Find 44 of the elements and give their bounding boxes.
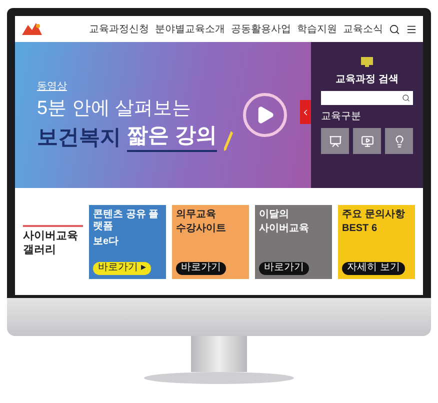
search-icon (402, 94, 410, 102)
nav-link[interactable]: 공동활용사업 (231, 22, 291, 36)
card-title: 의무교육 (176, 208, 217, 221)
card-subtitle: 사이버교육 (259, 223, 310, 236)
card-subtitle: 수강사이트 (176, 223, 227, 236)
card-button[interactable]: 자세히 보기 (342, 262, 405, 274)
gallery-title: 사이버교육 갤러리 (23, 225, 83, 258)
category-tile[interactable] (321, 128, 349, 154)
section-label: 교육구분 (321, 110, 361, 124)
video-monitor-icon (360, 134, 374, 148)
card-title: 이달의 (259, 208, 290, 221)
search-icon[interactable] (389, 24, 400, 34)
category-tile[interactable] (385, 128, 413, 154)
card-button[interactable]: 바로가기 (176, 262, 226, 274)
nav-link[interactable]: 학습지원 (297, 22, 337, 36)
panel-title: 교육과정 검색 (336, 73, 398, 87)
promo-card[interactable]: 의무교육 수강사이트 바로가기 (172, 204, 249, 278)
card-title: 콘텐츠 공유 플랫폼 (93, 208, 160, 234)
hero-title: 보건복지 (37, 125, 121, 152)
nav-link[interactable]: 교육소식 (343, 22, 383, 36)
logo-icon (21, 22, 43, 36)
card-button[interactable]: 바로가기 ▸ (93, 262, 151, 274)
play-button[interactable] (242, 93, 287, 137)
nav-link[interactable]: 교육과정신청 (89, 22, 149, 36)
pencil-icon (222, 130, 233, 152)
monitor-icon (360, 56, 374, 68)
hero-tag: 동영상 (37, 78, 233, 94)
card-button[interactable]: 바로가기 (259, 262, 309, 274)
category-tile[interactable] (353, 128, 381, 154)
card-subtitle: BEST 6 (342, 223, 378, 236)
lightbulb-icon (392, 134, 406, 148)
card-subtitle: 보e다 (93, 236, 120, 248)
nav-link[interactable]: 분야별교육소개 (155, 22, 225, 36)
search-field[interactable] (321, 91, 413, 105)
chevron-left-icon (301, 108, 310, 116)
presentation-board-icon (328, 134, 342, 148)
promo-card[interactable]: 이달의 사이버교육 바로가기 (255, 204, 332, 278)
hero-headline: 5분 안에 살펴보는 (37, 96, 192, 120)
card-title: 주요 문의사항 (342, 208, 406, 221)
menu-icon[interactable] (406, 24, 417, 34)
promo-card[interactable]: 콘텐츠 공유 플랫폼 보e다 바로가기 ▸ (89, 204, 166, 278)
monitor-stand (191, 336, 247, 372)
hero-highlight: 짧은 강의 (127, 123, 217, 152)
promo-card[interactable]: 주요 문의사항 BEST 6 자세히 보기 (338, 204, 415, 278)
